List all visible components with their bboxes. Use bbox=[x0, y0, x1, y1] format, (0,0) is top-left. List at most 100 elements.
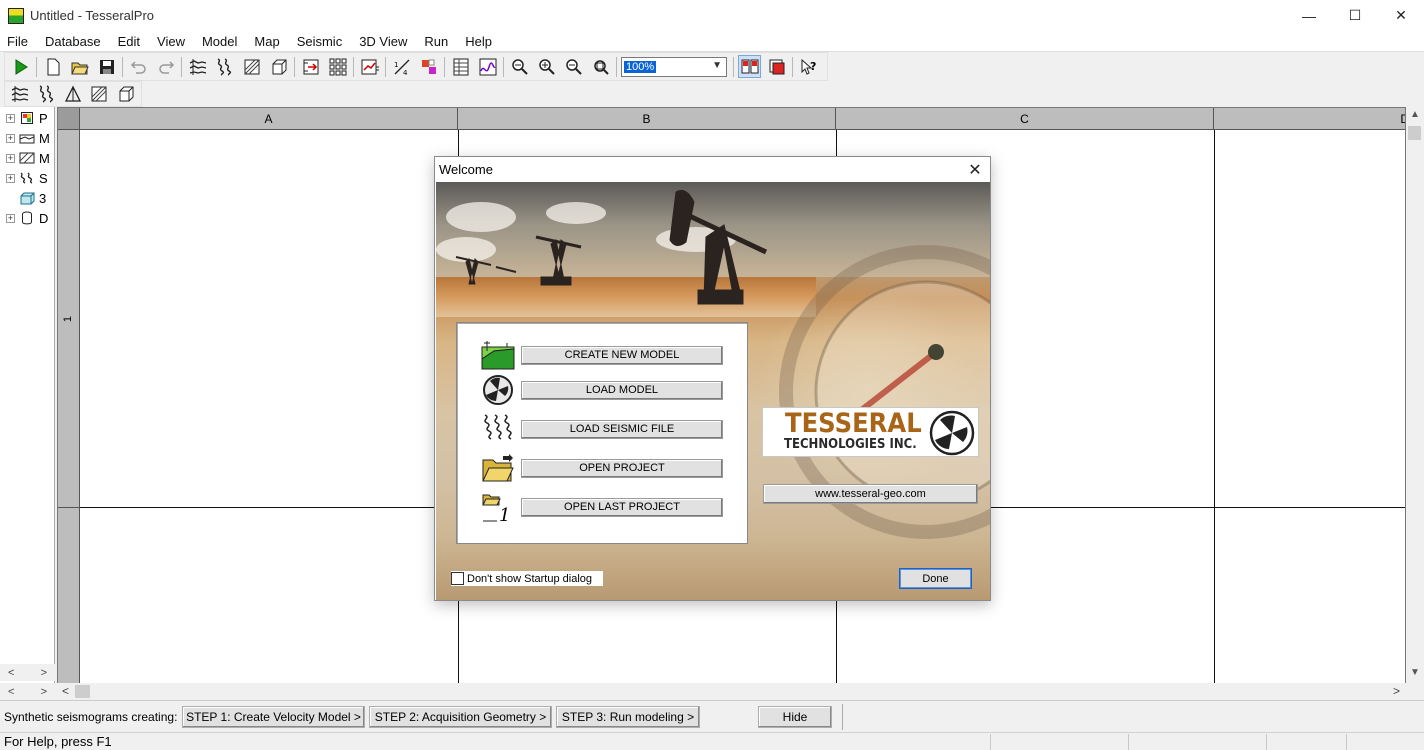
triangle-icon[interactable] bbox=[62, 83, 84, 106]
tree-item-label: M bbox=[39, 150, 50, 166]
row-header-1[interactable]: 1 bbox=[58, 130, 80, 508]
scroll-right-icon[interactable]: > bbox=[1393, 684, 1400, 698]
expand-icon[interactable]: + bbox=[6, 133, 15, 143]
expand-icon[interactable]: + bbox=[6, 113, 15, 123]
startup-actions-panel: CREATE NEW MODEL LOAD MODEL LOAD SEISMIC… bbox=[456, 322, 748, 544]
menu-model[interactable]: Model bbox=[202, 34, 237, 49]
column-header-b[interactable]: B bbox=[458, 108, 836, 130]
tree-item-model[interactable]: + M bbox=[6, 128, 50, 148]
hide-button[interactable]: Hide bbox=[758, 705, 832, 728]
horizons-icon[interactable] bbox=[9, 83, 31, 106]
menu-3d-view[interactable]: 3D View bbox=[359, 34, 407, 49]
menu-seismic[interactable]: Seismic bbox=[297, 34, 343, 49]
create-new-model-button[interactable]: CREATE NEW MODEL bbox=[521, 345, 723, 365]
colors-icon[interactable] bbox=[417, 55, 440, 78]
maximize-button[interactable]: ☐ bbox=[1332, 0, 1378, 31]
tree-item-seismic[interactable]: + S bbox=[6, 168, 48, 188]
workflow-step-bar: Synthetic seismograms creating: STEP 1: … bbox=[0, 700, 1424, 732]
column-header-d[interactable]: D bbox=[1214, 108, 1405, 130]
menu-edit[interactable]: Edit bbox=[118, 34, 140, 49]
open-project-button[interactable]: OPEN PROJECT bbox=[521, 458, 723, 478]
checkbox-box[interactable] bbox=[451, 572, 464, 585]
step3-button[interactable]: STEP 3: Run modeling > bbox=[556, 705, 700, 728]
website-link-button[interactable]: www.tesseral-geo.com bbox=[763, 484, 978, 504]
cube-icon[interactable] bbox=[267, 55, 290, 78]
tree-item-project[interactable]: + P bbox=[6, 108, 48, 128]
column-header-a[interactable]: A bbox=[80, 108, 458, 130]
import-icon[interactable] bbox=[299, 55, 322, 78]
horizons-icon[interactable] bbox=[186, 55, 209, 78]
menu-help[interactable]: Help bbox=[465, 34, 492, 49]
context-help-icon[interactable]: ? bbox=[797, 55, 820, 78]
zoom-in-icon[interactable] bbox=[535, 55, 558, 78]
cube-icon[interactable] bbox=[115, 83, 137, 106]
menu-file[interactable]: File bbox=[7, 34, 28, 49]
split-view-icon[interactable] bbox=[738, 55, 761, 78]
scroll-left-icon[interactable]: < bbox=[8, 667, 14, 679]
expand-icon[interactable]: + bbox=[6, 213, 15, 223]
grid-icon[interactable] bbox=[326, 55, 349, 78]
menu-map[interactable]: Map bbox=[254, 34, 279, 49]
model-icon bbox=[19, 131, 35, 145]
tree-item-3d-view[interactable]: 3 bbox=[19, 188, 46, 208]
menu-database[interactable]: Database bbox=[45, 34, 101, 49]
logo-subtitle: TECHNOLOGIES INC. bbox=[784, 437, 917, 452]
scroll-down-icon[interactable]: ▼ bbox=[1410, 667, 1420, 678]
polygon-hatch-icon[interactable] bbox=[240, 55, 263, 78]
dialog-close-button[interactable]: ✕ bbox=[964, 159, 986, 181]
zoom-out-icon[interactable] bbox=[562, 55, 585, 78]
run-icon[interactable] bbox=[9, 55, 32, 78]
tree-item-map[interactable]: + M bbox=[6, 148, 50, 168]
step2-button[interactable]: STEP 2: Acquisition Geometry > bbox=[369, 705, 552, 728]
polygon-hatch-icon[interactable] bbox=[88, 83, 110, 106]
zoom-out-alt-icon[interactable] bbox=[508, 55, 531, 78]
zoom-fit-icon[interactable] bbox=[589, 55, 612, 78]
toolbar-separator bbox=[181, 56, 182, 77]
menu-view[interactable]: View bbox=[157, 34, 185, 49]
dont-show-startup-checkbox[interactable]: Don't show Startup dialog bbox=[451, 571, 603, 586]
expand-icon[interactable]: + bbox=[6, 173, 15, 183]
redo-icon[interactable] bbox=[154, 55, 177, 78]
undo-icon[interactable] bbox=[127, 55, 150, 78]
scroll-left-icon[interactable]: < bbox=[62, 684, 69, 698]
scroll-up-icon[interactable]: ▲ bbox=[1410, 109, 1420, 120]
save-icon[interactable] bbox=[95, 55, 118, 78]
tree-item-database[interactable]: + D bbox=[6, 208, 48, 228]
toolbar-separator bbox=[385, 56, 386, 77]
scale-icon[interactable]: 14 bbox=[390, 55, 413, 78]
seismic-traces-icon[interactable] bbox=[213, 55, 236, 78]
expand-icon[interactable]: + bbox=[6, 153, 15, 163]
scroll-left-icon[interactable]: < bbox=[8, 686, 14, 698]
load-model-row: LOAD MODEL bbox=[480, 372, 723, 408]
step1-button[interactable]: STEP 1: Create Velocity Model > bbox=[182, 705, 365, 728]
frame-view-icon[interactable] bbox=[765, 55, 788, 78]
minimize-button[interactable]: — bbox=[1286, 0, 1332, 31]
scroll-thumb[interactable] bbox=[1408, 126, 1421, 140]
chart-edit-icon[interactable] bbox=[358, 55, 381, 78]
database-icon bbox=[19, 211, 35, 225]
zoom-select[interactable]: 100% ▼ bbox=[621, 56, 727, 77]
row-header-2[interactable] bbox=[58, 508, 80, 683]
scroll-thumb[interactable] bbox=[75, 685, 90, 698]
scroll-right-icon[interactable]: > bbox=[41, 686, 47, 698]
open-last-project-button[interactable]: OPEN LAST PROJECT bbox=[521, 497, 723, 517]
menu-run[interactable]: Run bbox=[424, 34, 448, 49]
close-button[interactable]: ✕ bbox=[1378, 0, 1424, 31]
seismic-traces-icon[interactable] bbox=[35, 83, 57, 106]
grid-horizontal-scrollbar[interactable]: < > bbox=[57, 683, 1406, 700]
spectrum-icon[interactable] bbox=[476, 55, 499, 78]
toolbar-separator bbox=[444, 56, 445, 77]
tree-scrollbar[interactable]: < > bbox=[0, 664, 55, 681]
table-icon[interactable] bbox=[449, 55, 472, 78]
grid-vertical-scrollbar[interactable]: ▲ ▼ bbox=[1406, 107, 1424, 684]
dialog-titlebar: Welcome bbox=[435, 157, 990, 182]
tree-hscrollbar[interactable]: < > bbox=[0, 683, 55, 700]
scroll-right-icon[interactable]: > bbox=[41, 667, 47, 679]
done-button[interactable]: Done bbox=[899, 568, 972, 589]
open-folder-icon[interactable] bbox=[68, 55, 91, 78]
column-header-c[interactable]: C bbox=[836, 108, 1214, 130]
status-text: For Help, press F1 bbox=[4, 734, 112, 749]
load-seismic-file-button[interactable]: LOAD SEISMIC FILE bbox=[521, 419, 723, 439]
new-file-icon[interactable] bbox=[41, 55, 64, 78]
load-model-button[interactable]: LOAD MODEL bbox=[521, 380, 723, 400]
